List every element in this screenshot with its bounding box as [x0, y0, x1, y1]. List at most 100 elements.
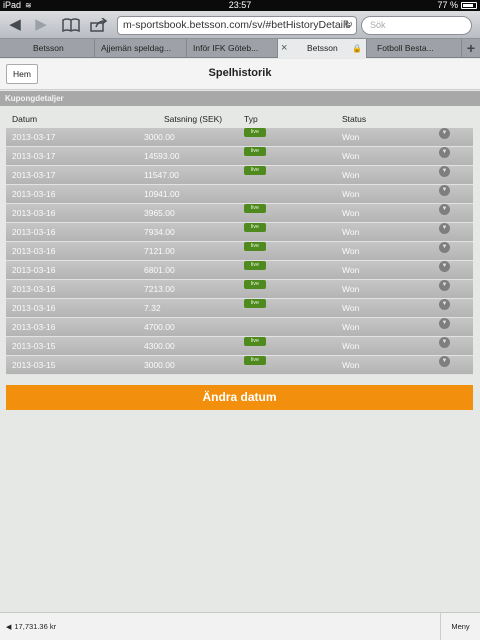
url-text: m-sportsbook.betsson.com/sv/#betHistoryD…	[123, 19, 351, 31]
table-row[interactable]: 2013-03-16 3965.00 live Won ▼	[6, 204, 473, 223]
chevron-down-icon[interactable]: ▼	[439, 318, 450, 329]
row-date: 2013-03-17	[12, 170, 56, 180]
row-stake: 4300.00	[144, 341, 175, 351]
table-row[interactable]: 2013-03-16 7.32 live Won ▼	[6, 299, 473, 318]
balance-value: 17,731.36 kr	[14, 622, 57, 631]
column-date: Datum	[12, 114, 38, 124]
forward-arrow-icon[interactable]: ▶	[30, 15, 52, 35]
share-icon[interactable]	[88, 15, 110, 35]
live-badge: live	[244, 223, 266, 232]
page-header: Hem Spelhistorik	[0, 59, 480, 90]
chevron-down-icon[interactable]: ▼	[439, 280, 450, 291]
bookmarks-icon[interactable]	[60, 15, 82, 35]
table-row[interactable]: 2013-03-17 11547.00 live Won ▼	[6, 166, 473, 185]
chevron-down-icon[interactable]: ▼	[439, 204, 450, 215]
url-bar[interactable]: m-sportsbook.betsson.com/sv/#betHistoryD…	[117, 16, 357, 35]
lock-icon: 🔒	[352, 44, 362, 53]
row-stake: 7934.00	[144, 227, 175, 237]
footer-bar: ◀ 17,731.36 kr Meny	[0, 612, 480, 640]
chevron-down-icon[interactable]: ▼	[439, 337, 450, 348]
tab-ifk[interactable]: Inför IFK Göteb...	[187, 39, 278, 58]
row-status: Won	[342, 341, 360, 351]
row-stake: 7213.00	[144, 284, 175, 294]
row-status: Won	[342, 284, 360, 294]
table-row[interactable]: 2013-03-17 14593.00 live Won ▼	[6, 147, 473, 166]
back-arrow-icon[interactable]: ◀	[4, 15, 26, 35]
row-date: 2013-03-16	[12, 265, 56, 275]
table-row[interactable]: 2013-03-16 7934.00 live Won ▼	[6, 223, 473, 242]
search-input[interactable]: Sök	[361, 16, 472, 35]
clock: 23:57	[228, 0, 252, 10]
row-status: Won	[342, 189, 360, 199]
column-type: Typ	[244, 114, 258, 124]
close-tab-icon[interactable]: ×	[281, 39, 287, 58]
menu-button[interactable]: Meny	[440, 613, 480, 640]
chevron-down-icon[interactable]: ▼	[439, 223, 450, 234]
browser-toolbar: ◀ ▶ m-sportsbook.betsson.com/sv/#betHist…	[0, 11, 480, 39]
live-badge: live	[244, 299, 266, 308]
reload-icon[interactable]: ↻	[344, 17, 353, 34]
row-date: 2013-03-16	[12, 303, 56, 313]
chevron-down-icon[interactable]: ▼	[439, 147, 450, 158]
tab-speldag[interactable]: Ajjemän speldag...	[95, 39, 187, 58]
row-stake: 7121.00	[144, 246, 175, 256]
chevron-down-icon[interactable]: ▼	[439, 299, 450, 310]
live-badge: live	[244, 204, 266, 213]
row-stake: 3000.00	[144, 132, 175, 142]
table-row[interactable]: 2013-03-16 10941.00 Won ▼	[6, 185, 473, 204]
live-badge: live	[244, 337, 266, 346]
add-tab-icon[interactable]: +	[462, 39, 480, 58]
live-badge: live	[244, 147, 266, 156]
chevron-down-icon[interactable]: ▼	[439, 261, 450, 272]
chevron-down-icon[interactable]: ▼	[439, 128, 450, 139]
live-badge: live	[244, 128, 266, 137]
table-row[interactable]: 2013-03-15 3000.00 live Won ▼	[6, 356, 473, 375]
tab-fotboll[interactable]: Fotboll Besta...	[367, 39, 462, 58]
tab-betsson-1[interactable]: Betsson	[0, 39, 95, 58]
tab-betsson-active[interactable]: × Betsson 🔒	[278, 39, 367, 58]
table-row[interactable]: 2013-03-16 6801.00 live Won ▼	[6, 261, 473, 280]
table-row[interactable]: 2013-03-15 4300.00 live Won ▼	[6, 337, 473, 356]
row-stake: 3965.00	[144, 208, 175, 218]
row-stake: 4700.00	[144, 322, 175, 332]
table-row[interactable]: 2013-03-16 7121.00 live Won ▼	[6, 242, 473, 261]
section-title: Kupongdetaljer	[0, 91, 480, 106]
row-status: Won	[342, 303, 360, 313]
row-stake: 3000.00	[144, 360, 175, 370]
row-date: 2013-03-16	[12, 284, 56, 294]
live-badge: live	[244, 356, 266, 365]
row-status: Won	[342, 265, 360, 275]
table-row[interactable]: 2013-03-17 3000.00 live Won ▼	[6, 128, 473, 147]
row-stake: 10941.00	[144, 189, 180, 199]
status-bar: iPad ≋ 23:57 77 %	[0, 0, 480, 11]
row-status: Won	[342, 132, 360, 142]
table-row[interactable]: 2013-03-16 7213.00 live Won ▼	[6, 280, 473, 299]
table-row[interactable]: 2013-03-16 4700.00 Won ▼	[6, 318, 473, 337]
live-badge: live	[244, 166, 266, 175]
row-date: 2013-03-16	[12, 227, 56, 237]
chevron-down-icon[interactable]: ▼	[439, 185, 450, 196]
table-header: Datum Satsning (SEK) Typ Status	[6, 111, 473, 127]
change-date-button[interactable]: Ändra datum	[6, 385, 473, 410]
row-date: 2013-03-15	[12, 360, 56, 370]
row-date: 2013-03-15	[12, 341, 56, 351]
battery-level: 77 %	[437, 0, 458, 10]
row-date: 2013-03-16	[12, 208, 56, 218]
column-status: Status	[342, 114, 367, 124]
row-stake: 14593.00	[144, 151, 180, 161]
row-status: Won	[342, 170, 360, 180]
left-arrow-icon: ◀	[6, 624, 12, 631]
chevron-down-icon[interactable]: ▼	[439, 356, 450, 367]
column-stake: Satsning (SEK)	[164, 114, 223, 124]
live-badge: live	[244, 261, 266, 270]
balance-display[interactable]: ◀ 17,731.36 kr	[6, 613, 56, 640]
row-date: 2013-03-16	[12, 189, 56, 199]
row-stake: 6801.00	[144, 265, 175, 275]
row-date: 2013-03-16	[12, 246, 56, 256]
chevron-down-icon[interactable]: ▼	[439, 166, 450, 177]
row-status: Won	[342, 322, 360, 332]
bet-history-list: 2013-03-17 3000.00 live Won ▼ 2013-03-17 14593…	[6, 128, 473, 375]
chevron-down-icon[interactable]: ▼	[439, 242, 450, 253]
row-status: Won	[342, 227, 360, 237]
row-status: Won	[342, 246, 360, 256]
